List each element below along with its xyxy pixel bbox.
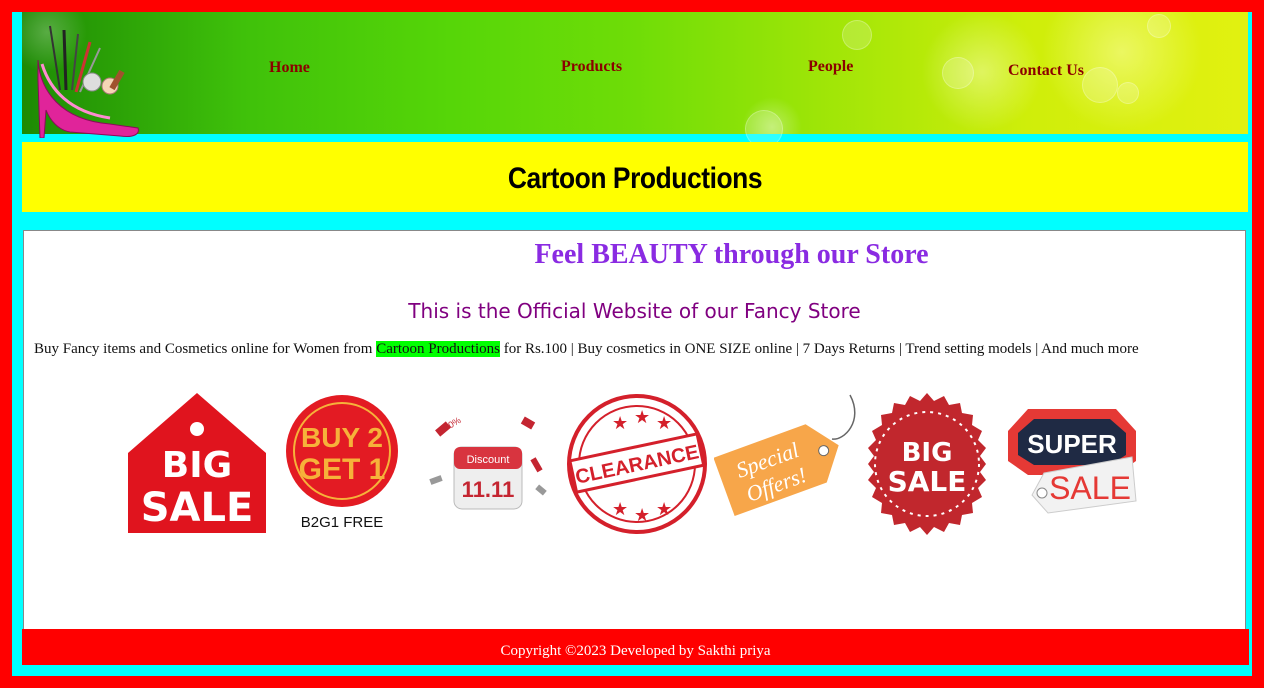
big-seal-line2: SALE [888, 465, 967, 498]
site-title: Cartoon Productions [507, 162, 763, 195]
sale-text: SALE [1049, 470, 1131, 506]
bokeh-decoration [1117, 82, 1139, 104]
svg-text:★: ★ [612, 413, 628, 434]
nav-home-link[interactable]: Home [269, 59, 310, 77]
footer: Copyright ©2023 Developed by Sakthi priy… [22, 629, 1249, 665]
buy2get1-badge: BUY 2 GET 1 B2G1 FREE [286, 395, 398, 531]
svg-text:★: ★ [612, 499, 628, 520]
bokeh-decoration [1147, 14, 1171, 38]
big-sale-badge: BIG SALE [128, 393, 266, 533]
logo-heel-icon [37, 25, 139, 138]
page-frame: Home Products People Contact Us Cartoon … [12, 12, 1252, 676]
svg-text:★: ★ [656, 499, 672, 520]
main-content: Feel BEAUTY through our Store This is th… [23, 230, 1246, 630]
offer-badges: BIG SALE BUY 2 GET 1 B2G1 FREE Discount … [124, 391, 1144, 541]
discount-tag: 70% [442, 415, 463, 433]
big-sale-line1: BIG [162, 445, 232, 486]
get1-text: GET 1 [299, 453, 386, 486]
big-sale-seal-badge: BIG SALE [868, 393, 986, 535]
nav-products-link[interactable]: Products [561, 58, 622, 76]
bokeh-decoration [1082, 67, 1118, 103]
special-offers-tag: Special Offers! [714, 394, 856, 517]
clearance-stamp-badge: ★ ★ ★ ★ ★ ★ CLEARANCE [567, 394, 707, 534]
discount-label: Discount [467, 454, 510, 466]
description-text-end: for Rs.100 | Buy cosmetics in ONE SIZE o… [499, 341, 1139, 357]
big-sale-line2: SALE [141, 485, 254, 531]
svg-text:★: ★ [634, 505, 650, 526]
b2g1-caption: B2G1 FREE [301, 514, 384, 531]
svg-text:★: ★ [656, 413, 672, 434]
subtitle-heading: This is the Official Website of our Fanc… [408, 299, 861, 323]
bokeh-decoration [842, 20, 872, 50]
big-seal-line1: BIG [902, 438, 953, 468]
buy2-text: BUY 2 [301, 422, 383, 453]
discount-date: 11.11 [462, 477, 515, 502]
header-banner: Home Products People Contact Us [22, 12, 1248, 148]
tagline-heading: Feel BEAUTY through our Store [534, 239, 929, 270]
description-text: Buy Fancy items and Cosmetics online for… [34, 341, 1139, 358]
nav-contact-link[interactable]: Contact Us [1008, 62, 1084, 80]
copyright-text: Copyright ©2023 Developed by Sakthi priy… [500, 643, 771, 659]
bokeh-decoration [942, 57, 974, 89]
nav-people-link[interactable]: People [808, 58, 853, 76]
title-bar: Cartoon Productions [22, 142, 1248, 212]
brand-highlight: Cartoon Productions [376, 341, 500, 357]
discount-calendar-badge: Discount 11.11 70% [429, 415, 547, 510]
svg-text:★: ★ [634, 407, 650, 428]
super-sale-badge: SUPER SALE [1008, 409, 1137, 514]
description-text-start: Buy Fancy items and Cosmetics online for… [34, 341, 377, 357]
super-text: SUPER [1027, 429, 1117, 459]
